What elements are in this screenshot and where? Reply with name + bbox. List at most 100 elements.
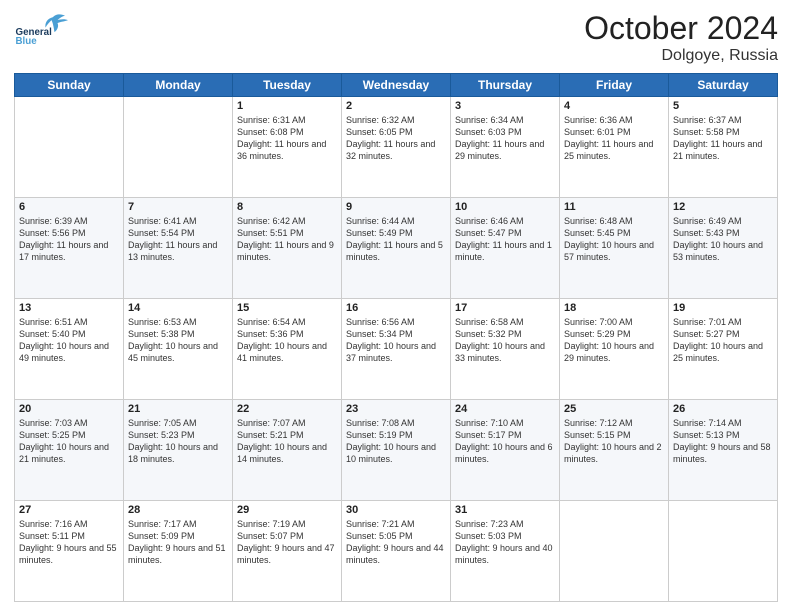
day-number: 16 — [346, 302, 446, 314]
calendar-cell: 5 Sunrise: 6:37 AMSunset: 5:58 PMDaylight… — [669, 97, 778, 198]
calendar-cell: 3 Sunrise: 6:34 AMSunset: 6:03 PMDaylight… — [451, 97, 560, 198]
cell-info: Sunrise: 6:48 AMSunset: 5:45 PMDaylight:… — [564, 215, 664, 264]
calendar-cell: 23Sunrise: 7:08 AMSunset: 5:19 PMDayligh… — [342, 400, 451, 501]
day-number: 1 — [237, 100, 337, 112]
day-number: 22 — [237, 403, 337, 415]
cell-info: Sunrise: 7:21 AMSunset: 5:05 PMDaylight:… — [346, 518, 446, 567]
logo-image: General Blue — [14, 10, 74, 46]
day-number: 2 — [346, 100, 446, 112]
calendar-cell: 24 Sunrise: 7:10 AMSunset: 5:17 PMDayligh… — [451, 400, 560, 501]
calendar-cell: 4 Sunrise: 6:36 AMSunset: 6:01 PMDaylight… — [560, 97, 669, 198]
calendar-cell: 2 Sunrise: 6:32 AMSunset: 6:05 PMDaylight… — [342, 97, 451, 198]
day-number: 25 — [564, 403, 664, 415]
svg-text:Blue: Blue — [16, 36, 38, 46]
calendar-cell: 12 Sunrise: 6:49 AMSunset: 5:43 PMDayligh… — [669, 198, 778, 299]
cell-info: Sunrise: 7:12 AMSunset: 5:15 PMDaylight:… — [564, 417, 664, 466]
cell-info: Sunrise: 6:41 AMSunset: 5:54 PMDaylight:… — [128, 215, 228, 264]
calendar-cell: 21 Sunrise: 7:05 AMSunset: 5:23 PMDayligh… — [124, 400, 233, 501]
calendar-cell: 19Sunrise: 7:01 AMSunset: 5:27 PMDayligh… — [669, 299, 778, 400]
day-number: 13 — [19, 302, 119, 314]
calendar-cell: 17 Sunrise: 6:58 AMSunset: 5:32 PMDayligh… — [451, 299, 560, 400]
day-number: 12 — [673, 201, 773, 213]
day-number: 18 — [564, 302, 664, 314]
calendar-cell: 16Sunrise: 6:56 AMSunset: 5:34 PMDayligh… — [342, 299, 451, 400]
calendar-cell: 15Sunrise: 6:54 AMSunset: 5:36 PMDayligh… — [233, 299, 342, 400]
day-number: 27 — [19, 504, 119, 516]
calendar-cell: 7 Sunrise: 6:41 AMSunset: 5:54 PMDaylight… — [124, 198, 233, 299]
calendar-cell — [669, 501, 778, 602]
day-number: 24 — [455, 403, 555, 415]
calendar-cell: 28 Sunrise: 7:17 AMSunset: 5:09 PMDayligh… — [124, 501, 233, 602]
cell-info: Sunrise: 6:46 AMSunset: 5:47 PMDaylight:… — [455, 215, 555, 264]
calendar-cell: 13 Sunrise: 6:51 AMSunset: 5:40 PMDayligh… — [15, 299, 124, 400]
calendar-cell: 25 Sunrise: 7:12 AMSunset: 5:15 PMDayligh… — [560, 400, 669, 501]
calendar-cell — [560, 501, 669, 602]
calendar-cell: 1 Sunrise: 6:31 AMSunset: 6:08 PMDaylight… — [233, 97, 342, 198]
day-header-friday: Friday — [560, 74, 669, 97]
day-number: 5 — [673, 100, 773, 112]
calendar-cell: 18 Sunrise: 7:00 AMSunset: 5:29 PMDayligh… — [560, 299, 669, 400]
cell-info: Sunrise: 6:36 AMSunset: 6:01 PMDaylight:… — [564, 114, 664, 163]
day-number: 3 — [455, 100, 555, 112]
calendar-cell: 22 Sunrise: 7:07 AMSunset: 5:21 PMDayligh… — [233, 400, 342, 501]
day-header-thursday: Thursday — [451, 74, 560, 97]
logo: General Blue — [14, 10, 74, 46]
day-number: 28 — [128, 504, 228, 516]
cell-info: Sunrise: 7:00 AMSunset: 5:29 PMDaylight:… — [564, 316, 664, 365]
day-number: 29 — [237, 504, 337, 516]
day-number: 7 — [128, 201, 228, 213]
cell-info: Sunrise: 7:10 AMSunset: 5:17 PMDaylight:… — [455, 417, 555, 466]
day-header-wednesday: Wednesday — [342, 74, 451, 97]
calendar-cell: 31 Sunrise: 7:23 AMSunset: 5:03 PMDayligh… — [451, 501, 560, 602]
header: General Blue October 2024 Dolgoye, Russi… — [14, 10, 778, 65]
cell-info: Sunrise: 7:05 AMSunset: 5:23 PMDaylight:… — [128, 417, 228, 466]
calendar-cell: 30 Sunrise: 7:21 AMSunset: 5:05 PMDayligh… — [342, 501, 451, 602]
day-number: 4 — [564, 100, 664, 112]
day-number: 31 — [455, 504, 555, 516]
cell-info: Sunrise: 7:03 AMSunset: 5:25 PMDaylight:… — [19, 417, 119, 466]
day-number: 15 — [237, 302, 337, 314]
calendar-cell: 10Sunrise: 6:46 AMSunset: 5:47 PMDayligh… — [451, 198, 560, 299]
cell-info: Sunrise: 6:37 AMSunset: 5:58 PMDaylight:… — [673, 114, 773, 163]
page: General Blue October 2024 Dolgoye, Russi… — [0, 0, 792, 612]
day-number: 30 — [346, 504, 446, 516]
cell-info: Sunrise: 7:14 AMSunset: 5:13 PMDaylight:… — [673, 417, 773, 466]
day-number: 6 — [19, 201, 119, 213]
day-number: 17 — [455, 302, 555, 314]
cell-info: Sunrise: 6:31 AMSunset: 6:08 PMDaylight:… — [237, 114, 337, 163]
day-number: 8 — [237, 201, 337, 213]
calendar-cell: 8Sunrise: 6:42 AMSunset: 5:51 PMDaylight… — [233, 198, 342, 299]
day-header-tuesday: Tuesday — [233, 74, 342, 97]
calendar-cell: 20 Sunrise: 7:03 AMSunset: 5:25 PMDayligh… — [15, 400, 124, 501]
month-title: October 2024 — [584, 10, 778, 47]
day-number: 26 — [673, 403, 773, 415]
day-header-saturday: Saturday — [669, 74, 778, 97]
cell-info: Sunrise: 7:16 AMSunset: 5:11 PMDaylight:… — [19, 518, 119, 567]
calendar-cell: 27 Sunrise: 7:16 AMSunset: 5:11 PMDayligh… — [15, 501, 124, 602]
cell-info: Sunrise: 6:39 AMSunset: 5:56 PMDaylight:… — [19, 215, 119, 264]
calendar-cell: 29Sunrise: 7:19 AMSunset: 5:07 PMDayligh… — [233, 501, 342, 602]
calendar-table: SundayMondayTuesdayWednesdayThursdayFrid… — [14, 73, 778, 602]
day-number: 20 — [19, 403, 119, 415]
cell-info: Sunrise: 6:32 AMSunset: 6:05 PMDaylight:… — [346, 114, 446, 163]
cell-info: Sunrise: 6:58 AMSunset: 5:32 PMDaylight:… — [455, 316, 555, 365]
cell-info: Sunrise: 7:17 AMSunset: 5:09 PMDaylight:… — [128, 518, 228, 567]
title-block: October 2024 Dolgoye, Russia — [584, 10, 778, 65]
day-header-sunday: Sunday — [15, 74, 124, 97]
cell-info: Sunrise: 6:53 AMSunset: 5:38 PMDaylight:… — [128, 316, 228, 365]
calendar-cell: 9 Sunrise: 6:44 AMSunset: 5:49 PMDaylight… — [342, 198, 451, 299]
cell-info: Sunrise: 6:44 AMSunset: 5:49 PMDaylight:… — [346, 215, 446, 264]
day-number: 11 — [564, 201, 664, 213]
day-header-monday: Monday — [124, 74, 233, 97]
day-number: 9 — [346, 201, 446, 213]
calendar-cell: 6 Sunrise: 6:39 AMSunset: 5:56 PMDaylight… — [15, 198, 124, 299]
cell-info: Sunrise: 7:08 AMSunset: 5:19 PMDaylight:… — [346, 417, 446, 466]
cell-info: Sunrise: 6:34 AMSunset: 6:03 PMDaylight:… — [455, 114, 555, 163]
cell-info: Sunrise: 6:51 AMSunset: 5:40 PMDaylight:… — [19, 316, 119, 365]
cell-info: Sunrise: 7:23 AMSunset: 5:03 PMDaylight:… — [455, 518, 555, 567]
cell-info: Sunrise: 6:49 AMSunset: 5:43 PMDaylight:… — [673, 215, 773, 264]
day-number: 19 — [673, 302, 773, 314]
calendar-cell: 26 Sunrise: 7:14 AMSunset: 5:13 PMDayligh… — [669, 400, 778, 501]
day-number: 21 — [128, 403, 228, 415]
cell-info: Sunrise: 7:07 AMSunset: 5:21 PMDaylight:… — [237, 417, 337, 466]
